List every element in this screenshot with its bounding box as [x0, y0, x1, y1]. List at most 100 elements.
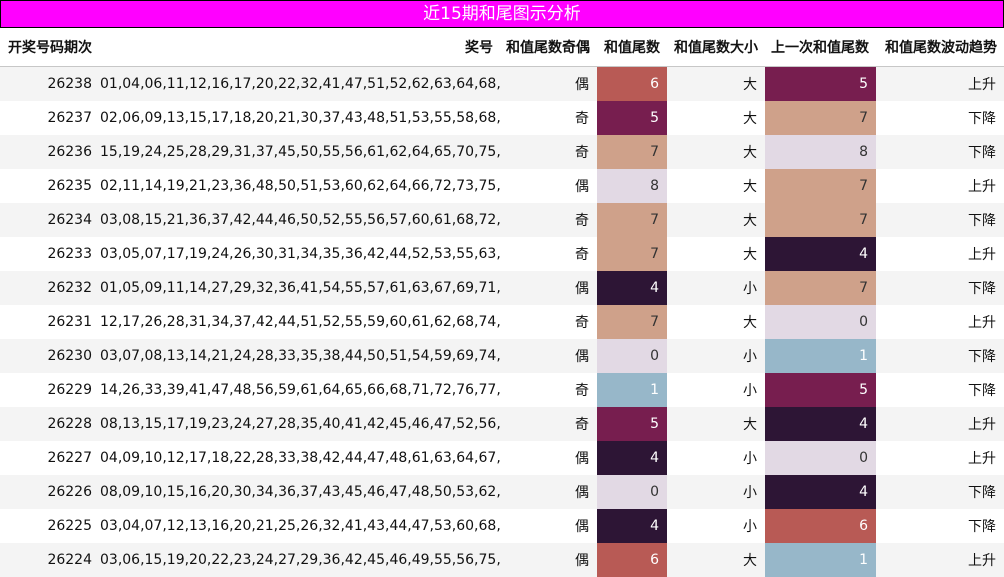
cell-size: 大 [667, 67, 765, 102]
cell-prev-tail: 0 [765, 441, 876, 475]
cell-period: 26226 [0, 475, 100, 509]
cell-numbers: 03,06,15,19,20,22,23,24,27,29,36,42,45,4… [100, 543, 500, 577]
cell-trend: 上升 [876, 543, 1004, 577]
cell-trend: 上升 [876, 237, 1004, 271]
cell-trend: 下降 [876, 373, 1004, 407]
cell-period: 26235 [0, 169, 100, 203]
table-row: 2623615,19,24,25,28,29,31,37,45,50,55,56… [0, 135, 1004, 169]
cell-numbers: 03,04,07,12,13,16,20,21,25,26,32,41,43,4… [100, 509, 500, 543]
cell-size: 小 [667, 509, 765, 543]
cell-parity: 偶 [500, 271, 597, 305]
header-tail: 和值尾数 [597, 28, 667, 67]
table-row: 2622914,26,33,39,41,47,48,56,59,61,64,65… [0, 373, 1004, 407]
table-row: 2622403,06,15,19,20,22,23,24,27,29,36,42… [0, 543, 1004, 577]
cell-tail: 1 [597, 373, 667, 407]
cell-trend: 下降 [876, 509, 1004, 543]
cell-period: 26231 [0, 305, 100, 339]
table-row: 2623201,05,09,11,14,27,29,32,36,41,54,55… [0, 271, 1004, 305]
table-row: 2623112,17,26,28,31,34,37,42,44,51,52,55… [0, 305, 1004, 339]
cell-period: 26237 [0, 101, 100, 135]
cell-period: 26230 [0, 339, 100, 373]
cell-period: 26228 [0, 407, 100, 441]
cell-prev-tail: 5 [765, 373, 876, 407]
cell-prev-tail: 4 [765, 407, 876, 441]
cell-size: 大 [667, 305, 765, 339]
cell-size: 大 [667, 543, 765, 577]
cell-tail: 5 [597, 407, 667, 441]
cell-tail: 6 [597, 67, 667, 102]
cell-trend: 下降 [876, 203, 1004, 237]
cell-tail: 4 [597, 271, 667, 305]
cell-period: 26224 [0, 543, 100, 577]
cell-numbers: 03,07,08,13,14,21,24,28,33,35,38,44,50,5… [100, 339, 500, 373]
cell-parity: 偶 [500, 441, 597, 475]
page-title: 近15期和尾图示分析 [0, 0, 1004, 28]
cell-parity: 偶 [500, 339, 597, 373]
cell-parity: 偶 [500, 543, 597, 577]
cell-prev-tail: 1 [765, 543, 876, 577]
header-prev-tail: 上一次和值尾数 [765, 28, 876, 67]
cell-period: 26232 [0, 271, 100, 305]
cell-parity: 奇 [500, 305, 597, 339]
cell-period: 26233 [0, 237, 100, 271]
cell-period: 26238 [0, 67, 100, 102]
cell-period: 26234 [0, 203, 100, 237]
cell-numbers: 03,05,07,17,19,24,26,30,31,34,35,36,42,4… [100, 237, 500, 271]
cell-parity: 奇 [500, 373, 597, 407]
table-row: 2623003,07,08,13,14,21,24,28,33,35,38,44… [0, 339, 1004, 373]
cell-prev-tail: 1 [765, 339, 876, 373]
cell-period: 26229 [0, 373, 100, 407]
cell-numbers: 12,17,26,28,31,34,37,42,44,51,52,55,59,6… [100, 305, 500, 339]
cell-prev-tail: 4 [765, 237, 876, 271]
cell-parity: 偶 [500, 509, 597, 543]
cell-numbers: 01,04,06,11,12,16,17,20,22,32,41,47,51,5… [100, 67, 500, 102]
cell-size: 大 [667, 237, 765, 271]
cell-parity: 奇 [500, 135, 597, 169]
cell-tail: 0 [597, 339, 667, 373]
cell-numbers: 04,09,10,12,17,18,22,28,33,38,42,44,47,4… [100, 441, 500, 475]
cell-tail: 5 [597, 101, 667, 135]
cell-trend: 下降 [876, 475, 1004, 509]
cell-trend: 上升 [876, 305, 1004, 339]
cell-numbers: 03,08,15,21,36,37,42,44,46,50,52,55,56,5… [100, 203, 500, 237]
cell-numbers: 08,13,15,17,19,23,24,27,28,35,40,41,42,4… [100, 407, 500, 441]
cell-parity: 奇 [500, 237, 597, 271]
cell-prev-tail: 7 [765, 101, 876, 135]
table-row: 2623502,11,14,19,21,23,36,48,50,51,53,60… [0, 169, 1004, 203]
cell-parity: 偶 [500, 67, 597, 102]
table-row: 2622608,09,10,15,16,20,30,34,36,37,43,45… [0, 475, 1004, 509]
cell-period: 26236 [0, 135, 100, 169]
cell-size: 大 [667, 135, 765, 169]
cell-prev-tail: 7 [765, 203, 876, 237]
cell-tail: 7 [597, 305, 667, 339]
cell-trend: 上升 [876, 441, 1004, 475]
table-body: 2623801,04,06,11,12,16,17,20,22,32,41,47… [0, 67, 1004, 577]
cell-size: 大 [667, 169, 765, 203]
table-row: 2622503,04,07,12,13,16,20,21,25,26,32,41… [0, 509, 1004, 543]
cell-trend: 上升 [876, 67, 1004, 102]
cell-numbers: 14,26,33,39,41,47,48,56,59,61,64,65,66,6… [100, 373, 500, 407]
header-period: 开奖号码期次 [0, 28, 100, 67]
cell-size: 大 [667, 407, 765, 441]
cell-parity: 偶 [500, 169, 597, 203]
cell-period: 26227 [0, 441, 100, 475]
cell-tail: 4 [597, 509, 667, 543]
cell-parity: 偶 [500, 475, 597, 509]
table-row: 2623702,06,09,13,15,17,18,20,21,30,37,43… [0, 101, 1004, 135]
table-row: 2623403,08,15,21,36,37,42,44,46,50,52,55… [0, 203, 1004, 237]
cell-numbers: 01,05,09,11,14,27,29,32,36,41,54,55,57,6… [100, 271, 500, 305]
cell-size: 大 [667, 101, 765, 135]
table-row: 2623801,04,06,11,12,16,17,20,22,32,41,47… [0, 67, 1004, 102]
cell-numbers: 15,19,24,25,28,29,31,37,45,50,55,56,61,6… [100, 135, 500, 169]
table-header-row: 开奖号码期次 奖号 和值尾数奇偶 和值尾数 和值尾数大小 上一次和值尾数 和值尾… [0, 28, 1004, 67]
header-size: 和值尾数大小 [667, 28, 765, 67]
cell-trend: 下降 [876, 339, 1004, 373]
cell-parity: 奇 [500, 101, 597, 135]
cell-prev-tail: 4 [765, 475, 876, 509]
cell-tail: 4 [597, 441, 667, 475]
table-row: 2623303,05,07,17,19,24,26,30,31,34,35,36… [0, 237, 1004, 271]
cell-tail: 6 [597, 543, 667, 577]
tail-analysis-table: 开奖号码期次 奖号 和值尾数奇偶 和值尾数 和值尾数大小 上一次和值尾数 和值尾… [0, 28, 1004, 577]
cell-prev-tail: 7 [765, 169, 876, 203]
cell-size: 大 [667, 203, 765, 237]
